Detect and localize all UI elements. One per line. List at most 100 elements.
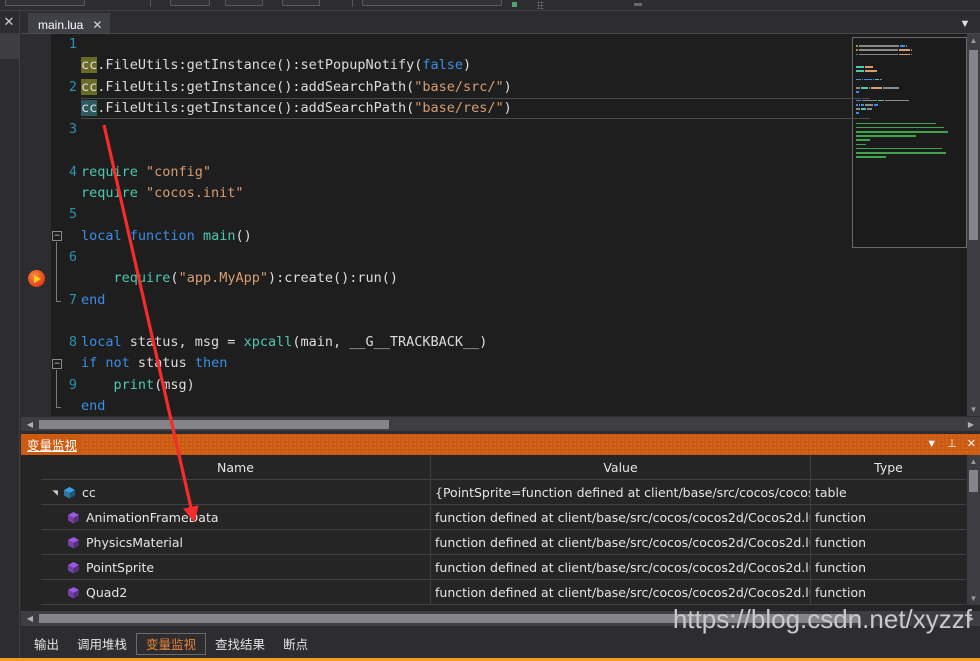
code-text-area[interactable]: cc.FileUtils:getInstance():setPopupNotif…	[81, 34, 980, 417]
table-row[interactable]: AnimationFrameData function defined at cl…	[41, 505, 966, 530]
table-row[interactable]: PhysicsMaterial function defined at clien…	[41, 530, 966, 555]
toolbar-separator-2	[352, 0, 353, 7]
minimap-line-segment	[865, 104, 873, 106]
table-row[interactable]: ◢ cc {PointSprite=function defined at clie…	[41, 480, 966, 505]
code-line[interactable]: require("app.MyApp"):create():run()	[81, 268, 980, 289]
cell-value[interactable]: function defined at client/base/src/coco…	[431, 505, 811, 530]
toolbar-control-3[interactable]	[225, 0, 263, 6]
code-token: "cocos.init"	[146, 185, 244, 202]
variable-name: AnimationFrameData	[86, 510, 219, 525]
column-header-value[interactable]: Value	[431, 455, 811, 480]
column-header-type[interactable]: Type	[811, 455, 966, 480]
breakpoint-gutter[interactable]	[21, 34, 51, 417]
toolbar-control-4[interactable]	[282, 0, 320, 6]
minimap-line-segment	[856, 53, 858, 56]
cell-type: function	[815, 585, 867, 600]
toolbar-control-5[interactable]	[634, 3, 642, 6]
bottom-tab-active[interactable]: 变量监视	[136, 632, 207, 655]
cell-name[interactable]: Quad2	[41, 580, 431, 605]
code-line[interactable]: end	[81, 396, 980, 417]
code-token: require	[113, 270, 171, 287]
bottom-tab-item[interactable]: 输出	[25, 633, 68, 655]
minimap-line-segment	[856, 139, 870, 141]
column-header-name[interactable]: Name	[41, 455, 431, 480]
triangle-left-icon[interactable]: ◀	[23, 611, 37, 626]
code-line[interactable]: require "cocos.init"	[81, 183, 980, 204]
cell-name[interactable]: AnimationFrameData	[41, 505, 431, 530]
code-line[interactable]	[81, 119, 980, 140]
code-line[interactable]	[81, 311, 980, 332]
watch-table: Name Value Type ◢ cc {PointSprite=function…	[41, 455, 966, 605]
minimap-line-segment	[862, 78, 863, 81]
minimap-line-segment	[862, 99, 877, 102]
toolbar-control-1[interactable]	[5, 0, 85, 6]
scrollbar-thumb[interactable]	[39, 420, 389, 429]
code-line[interactable]: cc.FileUtils:getInstance():addSearchPath…	[81, 77, 980, 98]
minimap-line-segment	[873, 78, 874, 81]
code-line[interactable]	[81, 140, 980, 161]
code-line[interactable]: local status, msg = xpcall(main, __G__TR…	[81, 332, 980, 353]
cell-value[interactable]: function defined at client/base/src/coco…	[431, 555, 811, 580]
editor-vertical-scrollbar[interactable]: ▲ ▼	[967, 34, 980, 417]
code-token: ()	[235, 227, 252, 244]
editor-tab-label: main.lua	[38, 18, 84, 32]
editor-horizontal-scrollbar[interactable]: ◀ ▶	[21, 416, 980, 431]
code-token: print	[113, 376, 155, 393]
cell-name[interactable]: PointSprite	[41, 555, 431, 580]
code-line[interactable]	[81, 34, 980, 55]
rail-active-item[interactable]	[0, 33, 19, 59]
cell-name[interactable]: ◢ cc	[41, 480, 431, 505]
code-line[interactable]: cc.FileUtils:getInstance():setPopupNotif…	[81, 55, 980, 76]
code-line[interactable]: if not status then	[81, 353, 980, 374]
triangle-up-icon[interactable]: ▲	[967, 455, 980, 468]
code-line[interactable]	[81, 247, 980, 268]
panel-pin-button[interactable]: ⊥	[947, 439, 957, 450]
minimap-line-segment	[861, 104, 864, 106]
table-row[interactable]: Quad2 function defined at client/base/src…	[41, 580, 966, 605]
bottom-tab-item[interactable]: 断点	[274, 633, 317, 655]
cell-value[interactable]: function defined at client/base/src/coco…	[431, 530, 811, 555]
triangle-down-icon[interactable]: ▼	[967, 403, 980, 417]
triangle-up-icon[interactable]: ▲	[967, 34, 980, 48]
triangle-left-icon[interactable]: ◀	[23, 417, 37, 432]
expand-collapse-icon[interactable]: ◢	[51, 485, 59, 501]
toolbar-control-2[interactable]	[170, 0, 210, 6]
scrollbar-thumb[interactable]	[969, 470, 978, 492]
fold-guide-line	[56, 369, 57, 408]
minimap-line-segment	[871, 87, 882, 89]
cell-value[interactable]: {PointSprite=function defined at client/…	[431, 480, 811, 505]
bottom-tab-item[interactable]: 调用堆栈	[68, 633, 136, 655]
code-line[interactable]: end	[81, 290, 980, 311]
close-icon[interactable]: ✕	[92, 19, 102, 31]
code-editor[interactable]: 123456789101112131415161718−− cc.FileUti…	[21, 33, 980, 648]
scrollbar-thumb[interactable]	[969, 50, 978, 240]
watch-vertical-scrollbar[interactable]: ▲ ▼	[967, 455, 980, 605]
minimap-line-segment	[856, 135, 916, 137]
code-line[interactable]: require "config"	[81, 162, 980, 183]
minimap-line-segment	[861, 87, 868, 89]
code-line[interactable]: local function main()	[81, 226, 980, 247]
minimap-line-segment	[856, 99, 861, 102]
cell-type: function	[815, 560, 867, 575]
triangle-right-icon[interactable]: ▶	[964, 417, 978, 432]
cell-name[interactable]: PhysicsMaterial	[41, 530, 431, 555]
toolbar-grip-icon[interactable]	[537, 1, 544, 9]
close-icon[interactable]: ✕	[0, 13, 18, 31]
code-line[interactable]: cc.FileUtils:getInstance():addSearchPath…	[81, 98, 980, 119]
bottom-tab-item[interactable]: 查找结果	[206, 633, 274, 655]
table-row[interactable]: PointSprite function defined at client/ba…	[41, 555, 966, 580]
code-line[interactable]	[81, 204, 980, 225]
panel-dropdown-button[interactable]: ▼	[926, 439, 937, 450]
panel-close-button[interactable]: ✕	[967, 439, 976, 450]
cell-value[interactable]: function defined at client/base/src/coco…	[431, 580, 811, 605]
code-minimap[interactable]	[852, 37, 967, 248]
cell-type: function	[815, 535, 867, 550]
execution-pointer-icon[interactable]	[28, 270, 45, 288]
fold-toggle-icon[interactable]: −	[52, 358, 62, 369]
chevron-down-icon[interactable]: ▼	[958, 17, 972, 31]
toolbar-search-box[interactable]	[362, 0, 502, 6]
code-line[interactable]: print(msg)	[81, 375, 980, 396]
minimap-line-segment	[859, 45, 899, 47]
fold-toggle-icon[interactable]: −	[52, 230, 62, 241]
